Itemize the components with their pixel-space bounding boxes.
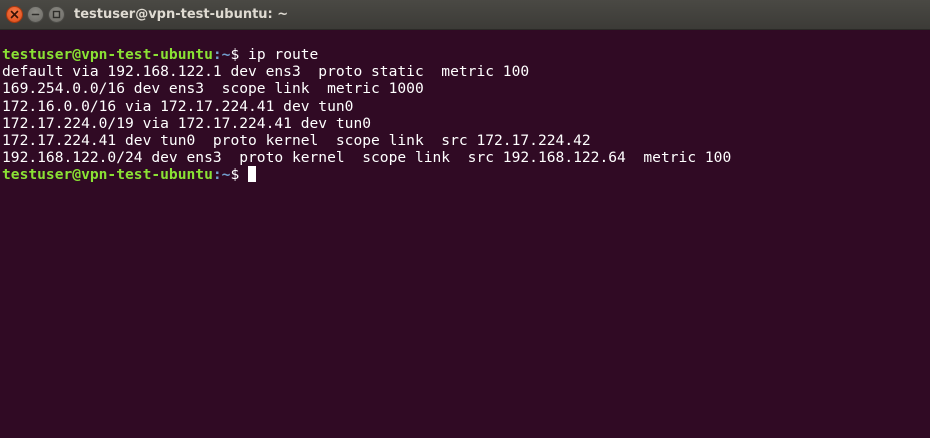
terminal-window: testuser@vpn-test-ubuntu: ~ testuser@vpn… <box>0 0 930 438</box>
close-button[interactable] <box>6 6 23 23</box>
maximize-button[interactable] <box>48 6 65 23</box>
text-cursor <box>248 166 257 183</box>
terminal-area[interactable]: testuser@vpn-test-ubuntu:~$ ip route def… <box>2 46 930 438</box>
prompt-user: testuser@vpn-test-ubuntu <box>2 166 213 184</box>
command-text: ip route <box>248 46 319 63</box>
minimize-button[interactable] <box>27 6 44 23</box>
prompt-colon: : <box>212 46 222 63</box>
output-line: 192.168.122.0/24 dev ens3 proto kernel s… <box>2 149 732 167</box>
prompt-line: testuser@vpn-test-ubuntu:~$ <box>2 166 930 183</box>
prompt-symbol: $ <box>230 46 249 63</box>
window-title: testuser@vpn-test-ubuntu: ~ <box>74 7 289 22</box>
prompt-symbol: $ <box>230 166 249 184</box>
close-icon <box>10 10 19 19</box>
output-line: 169.254.0.0/16 dev ens3 scope link metri… <box>2 80 424 98</box>
title-bar[interactable]: testuser@vpn-test-ubuntu: ~ <box>0 0 930 30</box>
output-line: 172.16.0.0/16 via 172.17.224.41 dev tun0 <box>2 97 354 115</box>
output-line: default via 192.168.122.1 dev ens3 proto… <box>2 63 530 81</box>
prompt-line: testuser@vpn-test-ubuntu:~$ ip route <box>2 46 930 63</box>
prompt-colon: : <box>212 166 222 184</box>
output-line: 172.17.224.0/19 via 172.17.224.41 dev tu… <box>2 114 372 132</box>
output-line: 172.17.224.41 dev tun0 proto kernel scop… <box>2 131 591 149</box>
minimize-icon <box>31 13 40 16</box>
prompt-user: testuser@vpn-test-ubuntu <box>2 46 213 63</box>
maximize-icon <box>52 10 61 19</box>
